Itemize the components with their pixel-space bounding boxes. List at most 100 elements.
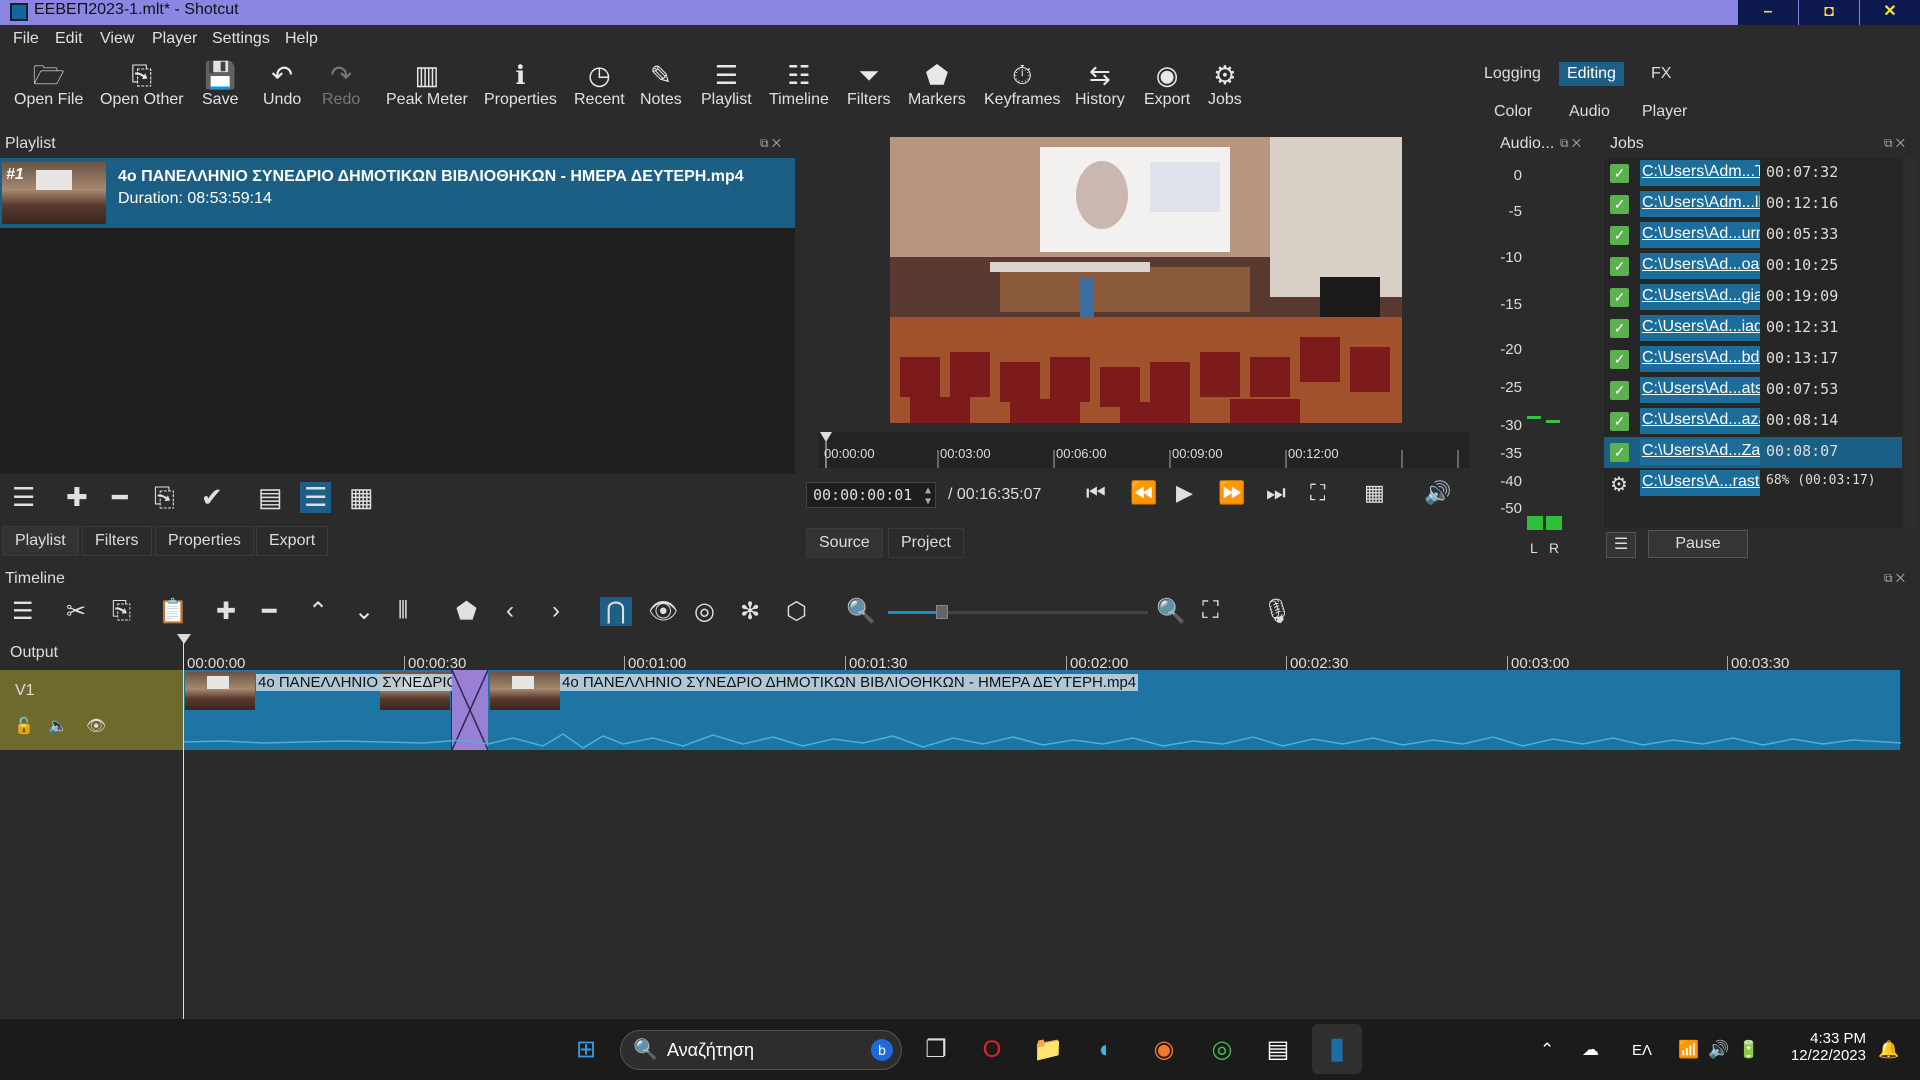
overwrite-icon[interactable]: ⌄ — [354, 597, 374, 626]
ripple-all-icon[interactable]: ✻ — [740, 597, 760, 626]
tab-source[interactable]: Source — [806, 528, 883, 558]
zoom-slider-track[interactable] — [888, 605, 1148, 619]
volume-icon[interactable]: 🔊 — [1424, 480, 1451, 506]
zoom-slider-handle[interactable] — [936, 605, 948, 619]
save-button[interactable]: 💾 Save — [202, 59, 238, 109]
layout-fx[interactable]: FX — [1643, 62, 1679, 86]
job-name[interactable]: C:\Users\Ad...oani — [1640, 253, 1760, 279]
keyframes-button[interactable]: ⏱ Keyframes — [984, 59, 1060, 109]
ripple-icon[interactable]: ◎ — [694, 597, 715, 626]
tab-filters[interactable]: Filters — [82, 526, 152, 556]
jobs-button[interactable]: ⚙ Jobs — [1208, 59, 1242, 109]
job-row[interactable]: ✓ C:\Users\Ad...azai 00:08:14 — [1604, 406, 1902, 437]
task-view-icon[interactable]: ❐ — [918, 1032, 954, 1068]
playlist-button[interactable]: ☰ Playlist — [701, 59, 752, 109]
battery-icon[interactable]: 🔋 — [1738, 1040, 1759, 1060]
layout-editing[interactable]: Editing — [1559, 62, 1624, 86]
notes-button[interactable]: ✎ Notes — [640, 59, 682, 109]
peak-meter-button[interactable]: ▥ Peak Meter — [386, 59, 468, 109]
recent-button[interactable]: ◷ Recent — [574, 59, 625, 109]
menu-settings[interactable]: Settings — [212, 30, 270, 48]
job-name[interactable]: C:\Users\Ad...urna — [1640, 222, 1760, 248]
job-row[interactable]: ✓ C:\Users\Ad...giati 00:19:09 — [1604, 282, 1902, 313]
play-icon[interactable]: ▶ — [1176, 480, 1193, 506]
job-row[interactable]: ✓ C:\Users\Adm...lli 00:12:16 — [1604, 189, 1902, 220]
paste-icon[interactable]: 📋 — [158, 597, 188, 626]
append-icon[interactable]: ✚ — [216, 597, 236, 626]
ripple-delete-icon[interactable]: ━ — [262, 597, 276, 626]
menu-view[interactable]: View — [100, 30, 134, 48]
taskbar-search[interactable]: 🔍 Αναζήτηση b — [620, 1030, 902, 1070]
minimize-button[interactable]: – — [1738, 0, 1798, 25]
hide-icon[interactable]: 👁 — [86, 716, 106, 736]
audio-dock-icons[interactable]: ⧉ ✕ — [1560, 136, 1581, 151]
job-name[interactable]: C:\Users\Ad...Zaik — [1640, 439, 1760, 465]
markers-button[interactable]: ⬟ Markers — [908, 59, 966, 109]
fast-forward-icon[interactable]: ⏩ — [1218, 480, 1245, 506]
history-button[interactable]: ⇆ History — [1075, 59, 1125, 109]
timeline-playhead[interactable] — [183, 634, 184, 1019]
bing-icon[interactable]: b — [871, 1039, 893, 1061]
timeline-button[interactable]: ☷ Timeline — [769, 59, 829, 109]
layout-audio[interactable]: Audio — [1561, 100, 1618, 124]
jobs-menu-icon[interactable]: ☰ — [1606, 532, 1636, 558]
job-name[interactable]: C:\Users\Ad...bdle — [1640, 346, 1760, 372]
snap-icon[interactable]: ⋂ — [600, 597, 632, 626]
job-row[interactable]: ✓ C:\Users\Ad...urna 00:05:33 — [1604, 220, 1902, 251]
mute-icon[interactable]: 🔈 — [48, 716, 68, 736]
export-button[interactable]: ◉ Export — [1144, 59, 1190, 109]
zoom-fit-timeline-icon[interactable]: ⛶ — [1202, 597, 1219, 625]
tab-project[interactable]: Project — [888, 528, 964, 558]
next-marker-icon[interactable]: › — [552, 597, 560, 625]
split-icon[interactable]: ⫴ — [398, 597, 408, 625]
job-name[interactable]: C:\Users\Adm...lli — [1640, 191, 1760, 217]
shotcut-taskbar-icon[interactable]: ▮ — [1312, 1024, 1362, 1074]
record-audio-icon[interactable]: 🎙 — [1262, 597, 1292, 626]
grid-icon[interactable]: ▦ — [1364, 480, 1385, 506]
jobs-dock-icons[interactable]: ⧉ ✕ — [1884, 136, 1905, 151]
zoom-fit-icon[interactable]: ⛶ — [1310, 480, 1325, 506]
close-button[interactable]: ✕ — [1860, 0, 1920, 25]
marker-icon[interactable]: ⬟ — [456, 597, 477, 626]
menu-edit[interactable]: Edit — [55, 30, 83, 48]
taskbar-clock[interactable]: 4:33 PM 12/22/2023 — [1780, 1030, 1866, 1064]
spin-arrows-icon[interactable]: ▲ ▼ — [925, 485, 931, 507]
opera-icon[interactable]: O — [974, 1032, 1010, 1068]
layout-logging[interactable]: Logging — [1476, 62, 1549, 86]
undo-button[interactable]: ↶ Undo — [263, 59, 301, 109]
job-name[interactable]: C:\Users\Ad...iada — [1640, 315, 1760, 341]
rewind-icon[interactable]: ⏪ — [1130, 480, 1157, 506]
open-file-button[interactable]: 🗁 Open File — [14, 59, 83, 109]
job-name[interactable]: C:\Users\Ad...giati — [1640, 284, 1760, 310]
playlist-add-icon[interactable]: ✚ — [66, 482, 88, 513]
tab-export[interactable]: Export — [256, 526, 329, 556]
properties-button[interactable]: ℹ Properties — [484, 59, 557, 109]
playlist-details-view-icon[interactable]: ▤ — [258, 482, 283, 513]
video-preview[interactable] — [890, 137, 1402, 423]
job-row[interactable]: ✓ C:\Users\Ad...atsa 00:07:53 — [1604, 375, 1902, 406]
skip-to-end-icon[interactable]: ⏭ — [1266, 480, 1286, 506]
edge-icon[interactable]: ◐ — [1088, 1032, 1124, 1068]
copy-icon[interactable]: ⎘ — [112, 597, 131, 625]
tray-chevron-icon[interactable]: ⌃ — [1540, 1040, 1554, 1060]
notifications-icon[interactable]: 🔔 — [1878, 1040, 1899, 1060]
lift-icon[interactable]: ⌃ — [308, 597, 328, 626]
redo-button[interactable]: ↷ Redo — [322, 59, 360, 109]
jobs-scrollbar[interactable] — [1904, 158, 1916, 528]
cut-icon[interactable]: ✂ — [66, 597, 86, 626]
speaker-icon[interactable]: 🔊 — [1708, 1040, 1729, 1060]
ripple-markers-icon[interactable]: ⬡ — [786, 597, 807, 626]
layout-color[interactable]: Color — [1486, 100, 1540, 124]
open-other-button[interactable]: ⎘ Open Other — [100, 59, 184, 109]
tab-playlist[interactable]: Playlist — [2, 526, 79, 556]
notepad-icon[interactable]: ▤ — [1260, 1032, 1296, 1068]
job-name[interactable]: C:\Users\A...rastak — [1640, 470, 1760, 496]
cloud-icon[interactable]: ☁ — [1582, 1040, 1599, 1060]
playlist-dock-icons[interactable]: ⧉ ✕ — [760, 136, 781, 151]
wifi-icon[interactable]: 📶 — [1678, 1040, 1699, 1060]
playlist-grid-view-icon[interactable]: ▦ — [349, 482, 374, 513]
job-row[interactable]: ✓ C:\Users\Adm...To 00:07:32 — [1604, 158, 1902, 189]
job-row-running[interactable]: ⚙ C:\Users\A...rastak 68% (00:03:17) — [1604, 468, 1902, 499]
scrub-icon[interactable]: 👁 — [648, 597, 678, 626]
player-ruler[interactable]: 00:00:00 00:03:00 00:06:00 00:09:00 00:1… — [818, 432, 1470, 468]
